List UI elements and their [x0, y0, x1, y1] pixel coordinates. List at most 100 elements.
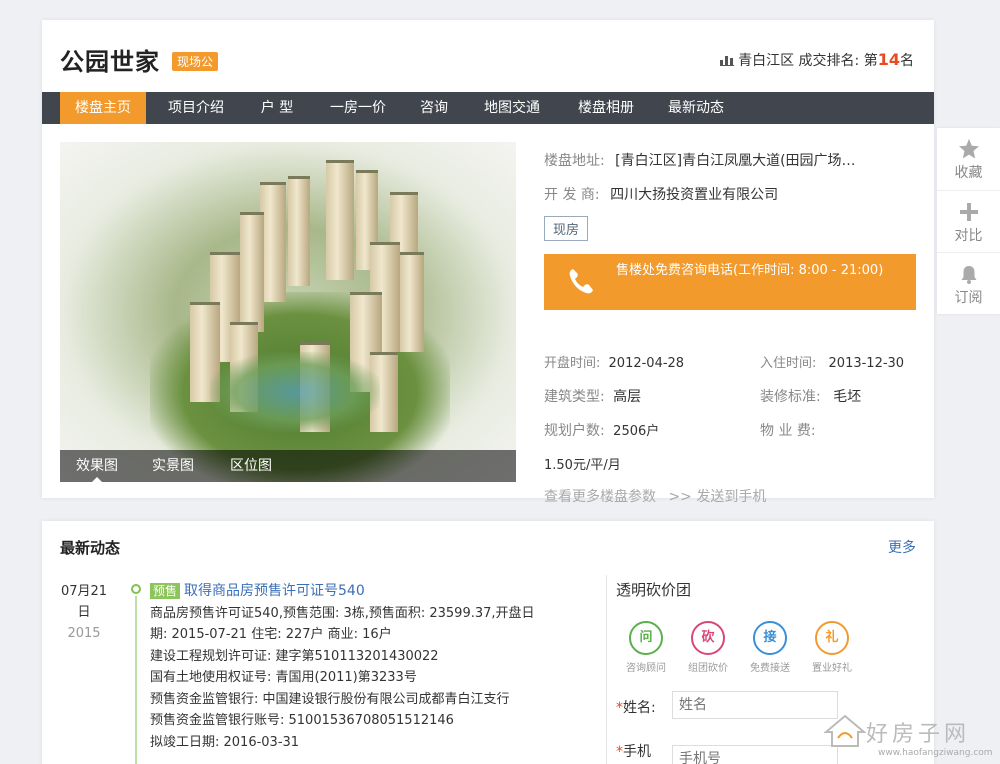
building-type-label: 建筑类型:: [544, 389, 605, 405]
news-line: 商品房预售许可证540,预售范围: 3栋,预售面积: 23599.37,开盘日: [150, 605, 535, 621]
subscribe-label: 订阅: [954, 290, 983, 306]
news-line: 拟竣工日期: 2016-03-31: [150, 734, 300, 750]
nav-unit-prices[interactable]: 一房一价: [318, 92, 398, 124]
tower: [326, 160, 354, 280]
consultant-label: 咨询顾问: [626, 663, 666, 674]
rank-suffix: 名: [900, 53, 914, 69]
gift-icon: 礼: [815, 621, 849, 655]
tower: [240, 212, 264, 332]
tab-location[interactable]: 区位图: [230, 450, 272, 482]
main-nav: 楼盘主页 项目介绍 户 型 一房一价 咨询 地图交通 楼盘相册 最新动态: [42, 92, 934, 124]
developer-row: 开 发 商: 四川大扬投资置业有限公司: [544, 184, 778, 204]
tower: [400, 252, 424, 352]
nav-album[interactable]: 楼盘相册: [566, 92, 646, 124]
watermark-text: 好房子网: [866, 722, 971, 747]
property-fee-label: 物 业 费:: [760, 423, 816, 439]
decoration-row: 装修标准: 毛坯: [760, 386, 861, 406]
households-value: 2506户: [613, 424, 660, 439]
news-line: 期: 2015-07-21 住宅: 227户 商业: 16户: [150, 627, 392, 642]
favorite-label: 收藏: [954, 165, 983, 181]
address-value[interactable]: [青白江区]青白江凤凰大道(田园广场…: [615, 153, 855, 169]
house-logo-icon: [824, 714, 866, 747]
presale-badge: 预售: [150, 583, 181, 599]
hotline-text: 售楼处免费咨询电话(工作时间: 8:00 - 21:00): [616, 263, 884, 278]
site-watermark: 好房子网 www.haofangziwang.com: [820, 712, 1000, 764]
compare-button[interactable]: 对比: [937, 190, 1000, 250]
group-bargain-button[interactable]: 砍 组团砍价: [678, 621, 738, 674]
sale-status-tag: 现房: [544, 216, 589, 241]
star-icon: [958, 139, 979, 159]
building-type-value: 高层: [613, 389, 642, 405]
gift-button[interactable]: 礼 置业好礼: [802, 621, 862, 674]
news-line: 建设工程规划许可证: 建字第510113201430022: [150, 648, 439, 664]
news-date-month-day: 07月21: [60, 584, 108, 599]
rank-prefix: 青白江区 成交排名: 第: [738, 53, 878, 69]
nav-consult[interactable]: 咨询: [408, 92, 460, 124]
consult-icon: 问: [629, 621, 663, 655]
nav-map-transit[interactable]: 地图交通: [472, 92, 552, 124]
news-date-day-char: 日: [77, 605, 91, 620]
name-label: 姓名:: [623, 700, 656, 716]
group-bargain-panel: 透明砍价团 问 咨询顾问 砍 组团砍价 接 免费接送 礼 置业好礼 *姓名: *…: [616, 579, 916, 764]
consultant-button[interactable]: 问 咨询顾问: [616, 621, 676, 674]
news-line: 预售资金监管银行: 中国建设银行股份有限公司成都青白江支行: [150, 691, 510, 707]
news-headline-link[interactable]: 取得商品房预售许可证号540: [184, 583, 365, 599]
watermark-url: www.haofangziwang.com: [878, 748, 993, 758]
tab-rendering[interactable]: 效果图: [76, 450, 118, 482]
group-bargain-label: 组团砍价: [688, 663, 728, 674]
required-mark: *: [616, 700, 623, 716]
status-badge: 现场公: [172, 52, 219, 71]
name-field-label: *姓名:: [616, 697, 656, 717]
side-toolbar: 收藏 对比 订阅: [937, 128, 1000, 314]
move-in-row: 入住时间: 2013-12-30: [760, 352, 904, 371]
developer-label: 开 发 商:: [544, 187, 600, 203]
sales-rank: 青白江区 成交排名: 第14名: [720, 50, 914, 70]
central-garden: [210, 352, 380, 432]
developer-value: 四川大扬投资置业有限公司: [610, 187, 779, 203]
property-rendering-image[interactable]: 效果图 实景图 区位图: [60, 142, 516, 482]
free-pickup-label: 免费接送: [750, 663, 790, 674]
property-fee-row: 物 业 费:: [760, 420, 816, 440]
plus-icon: [959, 203, 978, 221]
move-in-value: 2013-12-30: [828, 356, 905, 371]
free-pickup-button[interactable]: 接 免费接送: [740, 621, 800, 674]
photo-tabs: 效果图 实景图 区位图: [60, 450, 516, 482]
group-bargain-title: 透明砍价团: [616, 581, 692, 599]
building-type-row: 建筑类型: 高层: [544, 386, 641, 406]
favorite-button[interactable]: 收藏: [937, 128, 1000, 188]
required-mark: *: [616, 744, 623, 760]
tab-real-photos[interactable]: 实景图: [152, 450, 194, 482]
households-row: 规划户数: 2506户: [544, 420, 659, 440]
nav-project-intro[interactable]: 项目介绍: [154, 92, 238, 124]
pickup-icon: 接: [753, 621, 787, 655]
news-date-year: 2015: [67, 626, 101, 641]
news-more-link[interactable]: 更多: [888, 537, 916, 557]
open-date-label: 开盘时间:: [544, 356, 601, 371]
news-item: 预售 取得商品房预售许可证号540 商品房预售许可证540,预售范围: 3栋,预售…: [150, 581, 580, 753]
news-line: 预售资金监管银行账号: 51001536708051512146: [150, 713, 454, 728]
open-date-row: 开盘时间: 2012-04-28: [544, 352, 684, 371]
nav-floor-plans[interactable]: 户 型: [246, 92, 308, 124]
bargain-icon: 砍: [691, 621, 725, 655]
phone-label: 手机: [623, 744, 651, 760]
timeline-line: [135, 596, 137, 764]
subscribe-button[interactable]: 订阅: [937, 252, 1000, 312]
latest-news-card: 最新动态 更多 07月21 日 2015 预售 取得商品房预售许可证号540 商品…: [42, 521, 934, 764]
more-params-link[interactable]: 查看更多楼盘参数: [544, 489, 656, 505]
rank-number: 14: [877, 50, 900, 69]
nav-latest-news[interactable]: 最新动态: [656, 92, 736, 124]
decoration-value: 毛坯: [833, 389, 862, 405]
section-divider: [606, 575, 607, 764]
send-to-phone-link[interactable]: >> 发送到手机: [668, 489, 766, 505]
address-label: 楼盘地址:: [544, 153, 605, 169]
decoration-label: 装修标准:: [760, 389, 821, 405]
more-links: 查看更多楼盘参数 >> 发送到手机: [544, 486, 766, 506]
property-fee-value: 1.50元/平/月: [544, 458, 621, 473]
households-label: 规划户数:: [544, 423, 605, 439]
nav-home[interactable]: 楼盘主页: [60, 92, 146, 124]
phone-input[interactable]: [672, 745, 838, 764]
name-input[interactable]: [672, 691, 838, 719]
property-title: 公园世家: [60, 48, 160, 76]
property-header-card: 公园世家 现场公 青白江区 成交排名: 第14名 楼盘主页 项目介绍 户 型 一…: [42, 20, 934, 505]
hotline-banner[interactable]: 售楼处免费咨询电话(工作时间: 8:00 - 21:00): [544, 254, 916, 310]
